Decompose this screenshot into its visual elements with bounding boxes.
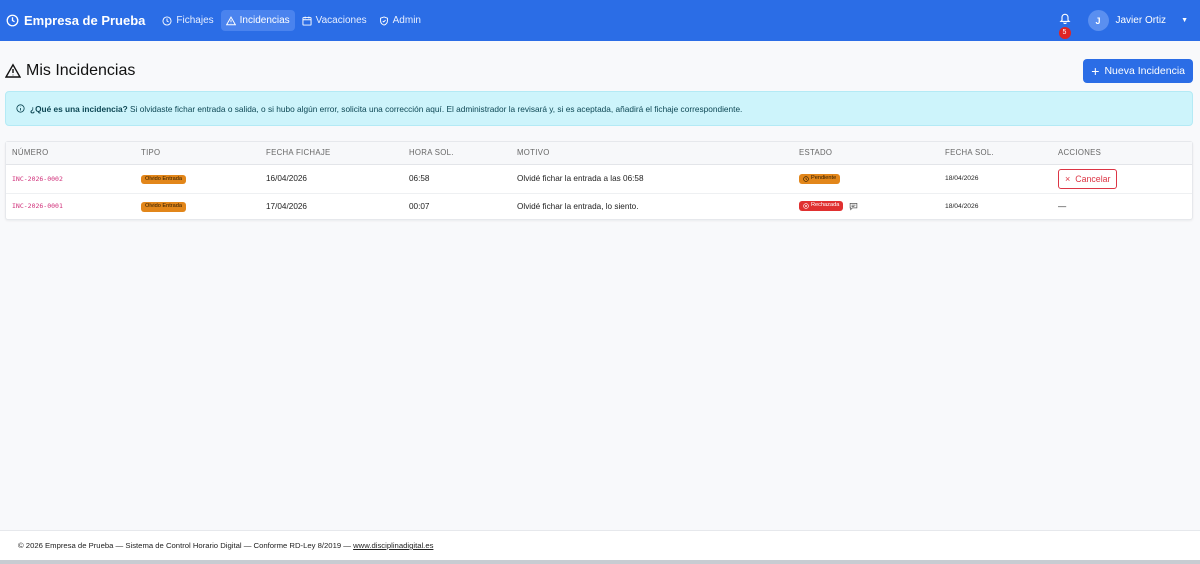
status-label: Pendiente [811, 174, 837, 181]
record-date: 17/04/2026 [266, 201, 307, 211]
column-header: MOTIVO [511, 142, 793, 165]
cancel-button[interactable]: × Cancelar [1058, 168, 1118, 189]
table-row: INC-2026-0002 Olvido Entrada 16/04/2026 … [6, 164, 1192, 194]
info-alert: ¿Qué es una incidencia? Si olvidaste fic… [5, 91, 1193, 126]
nav-item-label: Fichajes [176, 15, 214, 26]
reason: Olvidé fichar la entrada, lo siento. [517, 201, 639, 211]
new-incident-button[interactable]: + Nueva Incidencia [1083, 59, 1193, 83]
column-header: FECHA SOL. [939, 142, 1052, 165]
column-header: ACCIONES [1052, 142, 1192, 165]
user-menu[interactable]: J Javier Ortiz ▼ [1087, 10, 1188, 31]
alert-bold: ¿Qué es una incidencia? [30, 103, 128, 114]
clock-icon [6, 14, 19, 27]
chevron-down-icon: ▼ [1181, 17, 1188, 24]
x-circle-icon [803, 203, 809, 209]
comment-icon[interactable] [849, 202, 858, 211]
page-header: Mis Incidencias + Nueva Incidencia [0, 41, 1200, 91]
calendar-icon [302, 16, 312, 26]
nav-item-fichajes[interactable]: Fichajes [157, 10, 218, 31]
alert-text: ¿Qué es una incidencia? Si olvidaste fic… [30, 104, 742, 114]
warning-icon [225, 15, 236, 25]
bell-icon [1059, 13, 1070, 24]
incidents-table: NÚMERO TIPO FECHA FICHAJE HORA SOL. MOTI… [6, 142, 1192, 219]
bottom-strip [0, 560, 1200, 564]
status-badge: Rechazada [799, 201, 844, 212]
page-title: Mis Incidencias [5, 62, 135, 80]
request-date: 18/04/2026 [939, 164, 1052, 194]
clock-icon [803, 175, 809, 182]
status-label: Rechazada [811, 202, 840, 209]
type-badge: Olvido Entrada [141, 174, 187, 185]
type-badge: Olvido Entrada [141, 202, 187, 213]
top-navbar: Empresa de Prueba Fichajes Incidencias V… [0, 0, 1200, 41]
brand[interactable]: Empresa de Prueba [6, 13, 145, 28]
footer: © 2026 Empresa de Prueba — Sistema de Co… [0, 530, 1200, 560]
nav-item-label: Incidencias [239, 15, 290, 26]
cancel-label: Cancelar [1075, 173, 1111, 184]
table-header-row: NÚMERO TIPO FECHA FICHAJE HORA SOL. MOTI… [6, 142, 1192, 165]
page-title-text: Mis Incidencias [26, 62, 136, 79]
requested-time: 06:58 [403, 164, 511, 194]
nav-item-admin[interactable]: Admin [374, 10, 426, 31]
incident-number[interactable]: INC-2026-0002 [6, 164, 135, 194]
shield-icon [379, 15, 388, 26]
close-icon: × [1065, 173, 1071, 184]
info-icon [16, 104, 25, 113]
footer-text: © 2026 Empresa de Prueba — Sistema de Co… [18, 541, 351, 550]
status-badge: Pendiente [799, 173, 841, 184]
no-action: — [1058, 201, 1067, 211]
nav-item-vacaciones[interactable]: Vacaciones [297, 10, 372, 31]
nav-item-label: Vacaciones [315, 15, 367, 26]
plus-icon: + [1091, 63, 1100, 79]
alert-body: Si olvidaste fichar entrada o salida, o … [127, 103, 743, 114]
incidents-table-card: NÚMERO TIPO FECHA FICHAJE HORA SOL. MOTI… [5, 141, 1193, 220]
request-date: 18/04/2026 [945, 202, 979, 210]
clock-icon [162, 15, 172, 26]
column-header: TIPO [135, 142, 260, 165]
column-header: NÚMERO [6, 142, 135, 165]
reason: Olvidé fichar la entrada a las 06:58 [511, 164, 793, 194]
record-date: 16/04/2026 [260, 164, 403, 194]
column-header: ESTADO [793, 142, 939, 165]
column-header: HORA SOL. [403, 142, 511, 165]
new-incident-label: Nueva Incidencia [1104, 65, 1185, 77]
brand-name: Empresa de Prueba [24, 13, 146, 28]
table-row: INC-2026-0001 Olvido Entrada 17/04/2026 … [6, 193, 1192, 219]
column-header: FECHA FICHAJE [260, 142, 403, 165]
incident-number[interactable]: INC-2026-0001 [6, 193, 135, 219]
warning-icon [5, 63, 21, 78]
nav-item-label: Admin [392, 15, 421, 26]
avatar: J [1087, 10, 1109, 31]
footer-link[interactable]: www.disciplinadigital.es [353, 541, 433, 550]
user-name: Javier Ortiz [1115, 15, 1167, 26]
notification-count-badge: 5 [1058, 26, 1071, 39]
notifications-button[interactable]: 5 [1056, 6, 1074, 39]
requested-time: 00:07 [409, 201, 430, 211]
nav-item-incidencias[interactable]: Incidencias [220, 10, 295, 31]
